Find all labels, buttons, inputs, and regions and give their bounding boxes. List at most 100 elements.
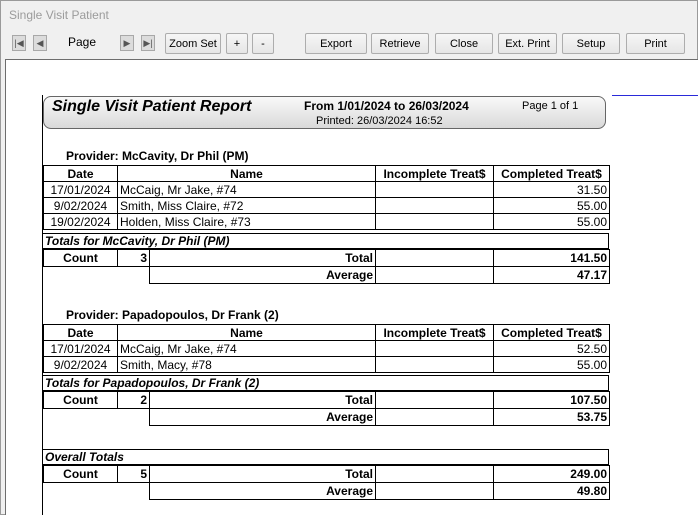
table-row: 17/01/2024 McCaig, Mr Jake, #74 52.50 — [43, 340, 610, 357]
count-value: 3 — [117, 249, 150, 267]
prev-page-icon[interactable]: ◀ — [33, 35, 47, 51]
col-incomplete: Incomplete Treat$ — [375, 165, 494, 182]
provider-totals-table: Count 2 Total 107.50 Average 53.75 — [43, 391, 610, 426]
close-label: Close — [449, 37, 479, 50]
col-incomplete: Incomplete Treat$ — [375, 324, 494, 341]
row-incomplete — [375, 181, 494, 198]
row-date: 9/02/2024 — [43, 356, 118, 373]
total-value: 107.50 — [493, 391, 610, 409]
print-button[interactable]: Print — [626, 33, 685, 54]
row-name: McCaig, Mr Jake, #74 — [117, 340, 376, 357]
spacer-cell — [118, 409, 150, 426]
page-number: Page 1 of 1 — [522, 100, 579, 112]
export-label: Export — [320, 37, 352, 50]
toolbar: |◀ ◀ Page ▶ ▶| Zoom Set + - Export Retri… — [1, 31, 697, 57]
totals-row: Count 3 Total 141.50 — [43, 249, 610, 267]
table-row: 19/02/2024 Holden, Miss Claire, #73 55.0… — [43, 213, 610, 230]
col-name: Name — [117, 324, 376, 341]
average-value: 53.75 — [493, 408, 610, 426]
total-label: Total — [149, 249, 376, 267]
first-page-icon[interactable]: |◀ — [12, 35, 26, 51]
row-date: 17/01/2024 — [43, 340, 118, 357]
row-completed: 55.00 — [493, 213, 610, 230]
retrieve-button[interactable]: Retrieve — [371, 33, 429, 54]
spacer-cell — [44, 483, 118, 500]
average-value: 49.80 — [493, 482, 610, 500]
close-button[interactable]: Close — [435, 33, 493, 54]
retrieve-label: Retrieve — [379, 37, 421, 50]
ext-print-button[interactable]: Ext. Print — [498, 33, 557, 54]
row-incomplete — [375, 340, 494, 357]
spacer-cell — [44, 409, 118, 426]
total-incomplete — [375, 249, 494, 267]
page-label: Page — [68, 35, 97, 49]
date-range: From 1/01/2024 to 26/03/2024 — [304, 99, 469, 113]
provider-table: Date Name Incomplete Treat$ Completed Tr… — [43, 324, 610, 373]
count-label: Count — [43, 391, 118, 409]
setup-button[interactable]: Setup — [562, 33, 620, 54]
row-completed: 55.00 — [493, 197, 610, 214]
print-label: Print — [644, 37, 667, 50]
col-name: Name — [117, 165, 376, 182]
average-label: Average — [149, 408, 376, 426]
count-value: 2 — [117, 391, 150, 409]
spacer-cell — [118, 267, 150, 284]
total-value: 141.50 — [493, 249, 610, 267]
spacer-cell — [44, 267, 118, 284]
provider-totals-table: Count 3 Total 141.50 Average 47.17 — [43, 249, 610, 284]
average-label: Average — [149, 266, 376, 284]
col-date: Date — [43, 165, 118, 182]
row-name: Smith, Macy, #78 — [117, 356, 376, 373]
row-completed: 55.00 — [493, 356, 610, 373]
window-title: Single Visit Patient — [9, 8, 109, 22]
report-preview[interactable]: Single Visit Patient Report From 1/01/20… — [5, 59, 698, 515]
zoom-in-button[interactable]: + — [226, 33, 248, 54]
col-completed: Completed Treat$ — [493, 324, 610, 341]
report-header: Single Visit Patient Report From 1/01/20… — [43, 96, 606, 129]
table-row: 9/02/2024 Smith, Miss Claire, #72 55.00 — [43, 197, 610, 214]
row-incomplete — [375, 356, 494, 373]
table-header-row: Date Name Incomplete Treat$ Completed Tr… — [43, 165, 610, 182]
count-value: 5 — [117, 465, 150, 483]
printed-timestamp: Printed: 26/03/2024 16:52 — [316, 115, 443, 127]
average-value: 47.17 — [493, 266, 610, 284]
provider-heading: Provider: McCavity, Dr Phil (PM) — [66, 149, 249, 163]
row-date: 9/02/2024 — [43, 197, 118, 214]
zoom-out-label: - — [261, 37, 265, 50]
total-incomplete — [375, 465, 494, 483]
col-date: Date — [43, 324, 118, 341]
report-window: Single Visit Patient |◀ ◀ Page ▶ ▶| Zoom… — [0, 0, 698, 515]
page-edge-line — [612, 95, 698, 96]
total-value: 249.00 — [493, 465, 610, 483]
export-button[interactable]: Export — [305, 33, 367, 54]
table-header-row: Date Name Incomplete Treat$ Completed Tr… — [43, 324, 610, 341]
average-row: Average 49.80 — [44, 482, 610, 500]
provider-table: Date Name Incomplete Treat$ Completed Tr… — [43, 165, 610, 230]
average-incomplete — [375, 266, 494, 284]
row-incomplete — [375, 197, 494, 214]
total-label: Total — [149, 465, 376, 483]
row-date: 17/01/2024 — [43, 181, 118, 198]
last-page-icon[interactable]: ▶| — [141, 35, 155, 51]
average-incomplete — [375, 482, 494, 500]
row-completed: 52.50 — [493, 340, 610, 357]
setup-label: Setup — [576, 37, 606, 50]
col-completed: Completed Treat$ — [493, 165, 610, 182]
average-row: Average 47.17 — [44, 266, 610, 284]
table-row: 17/01/2024 McCaig, Mr Jake, #74 31.50 — [43, 181, 610, 198]
report-title: Single Visit Patient Report — [52, 98, 252, 115]
title-bar: Single Visit Patient — [1, 1, 697, 29]
spacer-cell — [118, 483, 150, 500]
zoom-out-button[interactable]: - — [252, 33, 274, 54]
totals-row: Count 5 Total 249.00 — [43, 465, 610, 483]
next-page-icon[interactable]: ▶ — [120, 35, 134, 51]
row-name: Smith, Miss Claire, #72 — [117, 197, 376, 214]
row-name: McCaig, Mr Jake, #74 — [117, 181, 376, 198]
overall-totals-table: Count 5 Total 249.00 Average 49.80 — [43, 465, 610, 500]
totals-row: Count 2 Total 107.50 — [43, 391, 610, 409]
row-completed: 31.50 — [493, 181, 610, 198]
total-label: Total — [149, 391, 376, 409]
zoom-set-button[interactable]: Zoom Set — [165, 33, 221, 54]
average-row: Average 53.75 — [44, 408, 610, 426]
table-row: 9/02/2024 Smith, Macy, #78 55.00 — [43, 356, 610, 373]
